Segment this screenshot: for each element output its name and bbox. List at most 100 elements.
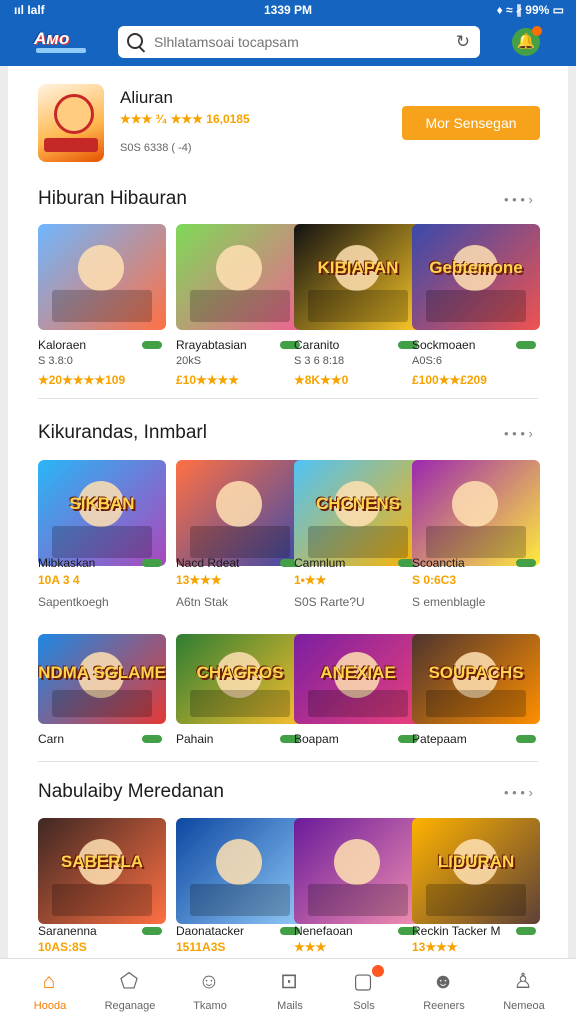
section-divider — [38, 761, 538, 762]
install-badge[interactable] — [516, 927, 536, 935]
main-panel: Aliuran ★★★ ³⁄₄ ★★★ 16,0185 S0S 6338 ( -… — [8, 66, 568, 1024]
thumbnail-art-text: KIBIAPAN — [317, 257, 399, 277]
section-title: Kikurandas, Inmbarl — [38, 422, 207, 443]
app-name: Kaloraen — [38, 338, 87, 352]
thumbnail-banner — [44, 138, 98, 152]
app-thumbnail[interactable] — [38, 224, 166, 330]
featured-app[interactable]: Aliuran ★★★ ³⁄₄ ★★★ 16,0185 S0S 6338 ( -… — [8, 66, 568, 176]
app-name: Saranenna — [38, 924, 97, 938]
app-thumbnail[interactable] — [176, 224, 304, 330]
install-badge[interactable] — [142, 341, 162, 349]
thumbnail-art-text: CHAGROS — [196, 662, 284, 682]
app-rating: ★★★ — [294, 940, 327, 954]
app-rating: ★8K★★0 — [294, 373, 349, 387]
nav-label: Hooda — [33, 1000, 67, 1012]
app-thumbnail[interactable] — [176, 818, 304, 924]
app-rating: ★20★★★★109 — [38, 373, 126, 387]
nav-item-4[interactable]: ▢ Sols — [328, 959, 400, 1025]
nav-item-0[interactable]: ⌂ Hooda — [14, 959, 86, 1025]
app-name: Pahain — [176, 732, 214, 746]
app-thumbnail[interactable] — [412, 460, 540, 566]
app-name: Nenefaoan — [294, 924, 353, 938]
install-badge[interactable] — [142, 927, 162, 935]
app-info: S 3.8:0 — [38, 355, 73, 367]
thumbnail-art-text: SOUPACHS — [428, 662, 524, 682]
scene-ground — [308, 525, 408, 558]
nav-item-1[interactable]: ⬠ Reganage — [94, 959, 166, 1025]
app-thumbnail[interactable] — [294, 818, 422, 924]
thumbnail-art-text: SIKBAN — [69, 493, 135, 513]
thumbnail-art-text: ANEXIAE — [320, 662, 396, 682]
search-input[interactable] — [152, 30, 436, 54]
scene-ground — [190, 289, 290, 322]
section-more-link[interactable]: • • • › — [504, 785, 533, 800]
nav-item-2[interactable]: ☺ Tkamo — [174, 959, 246, 1025]
app-thumbnail[interactable] — [176, 460, 304, 566]
app-thumbnail[interactable]: CHAGROS — [176, 634, 304, 724]
refresh-icon[interactable]: ↻ — [456, 32, 470, 52]
app-rating: 1•★★ — [294, 573, 327, 587]
app-thumbnail[interactable]: SOUPACHS — [412, 634, 540, 724]
scene-ground — [190, 689, 290, 717]
app-developer: S emenblagle — [412, 595, 486, 609]
logo-swoosh — [36, 48, 86, 53]
app-thumbnail[interactable]: NDMA SGLAME — [38, 634, 166, 724]
app-thumbnail[interactable]: SIKBAN — [38, 460, 166, 566]
app-thumbnail[interactable]: Gebtemone — [412, 224, 540, 330]
install-badge[interactable] — [516, 341, 536, 349]
app-name: Daonatacker — [176, 924, 245, 938]
section-more-link[interactable]: • • • › — [504, 192, 533, 207]
scene-ground — [426, 289, 526, 322]
scene-ground — [426, 689, 526, 717]
app-info: S 3 6 8:18 — [294, 355, 345, 367]
thumbnail-art-text: CHCNENS — [315, 493, 401, 513]
nav-item-5[interactable]: ☻ Reeners — [408, 959, 480, 1025]
featured-title: Aliuran — [120, 88, 173, 107]
section-title: Hiburan Hibauran — [38, 188, 187, 209]
app-name: Scoanctia — [412, 556, 465, 570]
nav-label: Reeners — [423, 1000, 465, 1012]
app-thumbnail[interactable]: ANEXIAE — [294, 634, 422, 724]
install-badge[interactable] — [516, 559, 536, 567]
search-bar[interactable]: ↻ — [118, 26, 480, 58]
app-developer: S0S Rarte?U — [294, 595, 365, 609]
app-name: Rrayabtasian — [176, 338, 247, 352]
app-name: Carn — [38, 732, 65, 746]
scene-ground — [308, 689, 408, 717]
notification-bell-icon[interactable]: 🔔 — [512, 26, 542, 56]
scene-ground — [190, 525, 290, 558]
featured-thumbnail[interactable] — [38, 84, 104, 162]
status-bar: ııl Ialf 1339 PM ♦ ≈ ∦ 99% ▭ — [0, 0, 576, 20]
gem-icon: ⬠ — [119, 970, 139, 993]
install-badge[interactable] — [142, 559, 162, 567]
app-developer: A6tn Stak — [176, 595, 229, 609]
app-thumbnail[interactable]: CHCNENS — [294, 460, 422, 566]
scene-ground — [52, 689, 152, 717]
app-rating: 13★★★ — [176, 573, 222, 587]
app-thumbnail[interactable]: KIBIAPAN — [294, 224, 422, 330]
app-developer: Sapentkoegh — [38, 595, 109, 609]
scene-ground — [52, 289, 152, 322]
install-badge[interactable] — [516, 735, 536, 743]
thumbnail-art-text: SABERLA — [60, 851, 144, 871]
scene-ground — [308, 883, 408, 916]
section-more-link[interactable]: • • • › — [504, 426, 533, 441]
mail-icon: ⊡ — [280, 970, 298, 993]
search-icon — [127, 33, 143, 49]
install-badge[interactable] — [142, 735, 162, 743]
app-thumbnail[interactable]: LIDURAN — [412, 818, 540, 924]
home-icon: ⌂ — [42, 970, 56, 993]
featured-action-button[interactable]: Mor Sensegan — [402, 106, 540, 140]
nav-item-3[interactable]: ⊡ Mails — [254, 959, 326, 1025]
app-name: Nacd Rdeat — [176, 556, 240, 570]
mascot-face-icon — [54, 94, 94, 134]
app-rating: 10AS:8S — [38, 940, 87, 954]
app-logo[interactable]: Aᴍo — [32, 26, 92, 60]
notification-dot — [532, 26, 542, 36]
app-info: A0S:6 — [412, 355, 442, 367]
character-icon — [216, 245, 262, 292]
thumbnail-art-text: LIDURAN — [437, 851, 515, 871]
logo-text: Aᴍo — [34, 29, 70, 48]
app-thumbnail[interactable]: SABERLA — [38, 818, 166, 924]
nav-item-6[interactable]: ♙ Nemeoa — [488, 959, 560, 1025]
